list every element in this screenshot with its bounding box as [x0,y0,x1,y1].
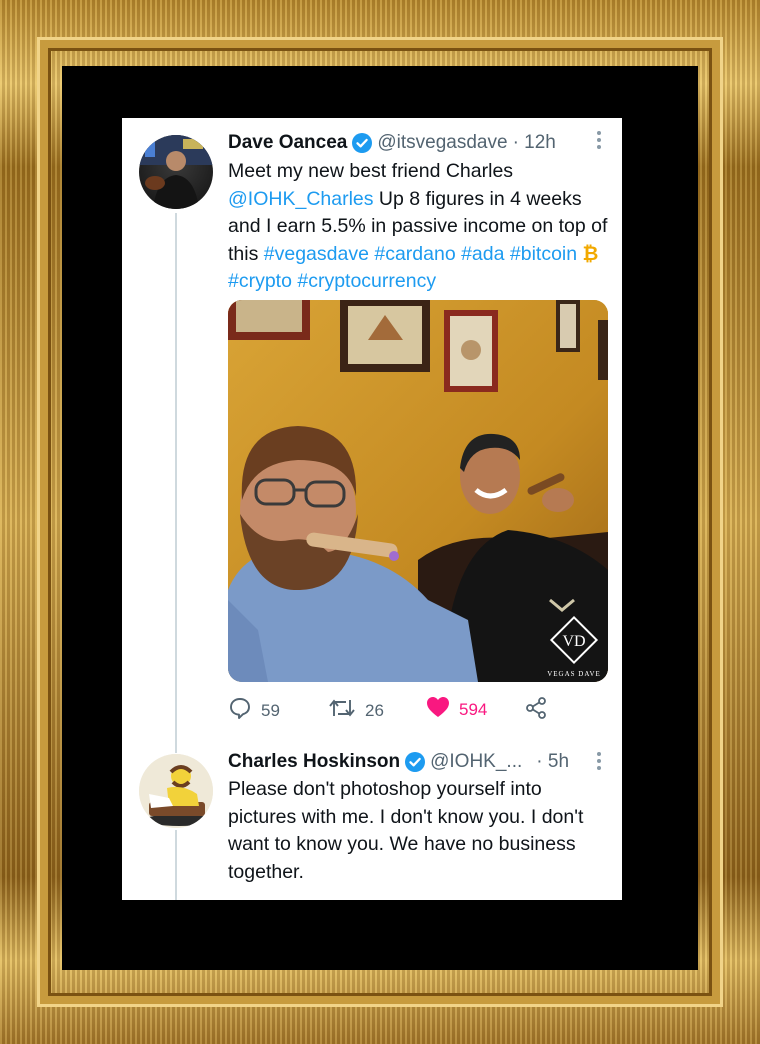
author-name[interactable]: Charles Hoskinson [228,751,400,773]
tweet2-text: Please don't photoshop yourself into pic… [228,778,584,883]
hashtag-bitcoin[interactable]: #bitcoin [510,243,577,265]
more-icon[interactable] [596,130,602,156]
verified-badge-icon [405,752,426,772]
reply-icon [228,696,261,725]
thread-line [175,213,177,753]
reply-button[interactable]: 59 [228,696,280,725]
share-button[interactable] [524,696,557,725]
retweet-icon [328,696,365,725]
bitcoin-icon: ₿ [582,242,599,265]
thread-line [175,830,177,900]
author-handle[interactable]: @itsvegasdave [377,132,507,154]
tweet-text: Meet my new best friend Charles [228,160,514,182]
tweet-time[interactable]: · 5h [536,751,569,773]
retweet-count: 26 [365,700,384,720]
tweet-time[interactable]: · 12h [513,132,556,154]
tweet1-header: Dave Oancea @itsvegasdave · 12h [228,130,556,156]
tweet1-text: Meet my new best friend Charles @IOHK_Ch… [228,158,613,296]
svg-text:VD: VD [562,633,585,650]
share-icon [524,696,557,725]
hashtag-links[interactable]: #vegasdave #cardano #ada [264,243,505,265]
heart-icon [426,696,459,723]
like-button[interactable]: 594 [426,696,487,723]
tweet-photo[interactable]: VD VEGAS DAVE [228,300,608,682]
tweet-actions: 59 26 594 [228,696,608,726]
verified-badge-icon [352,133,373,153]
mention-link[interactable]: @IOHK_Charles [228,188,374,210]
tweet-thread-card: Dave Oancea @itsvegasdave · 12h Meet my … [122,118,622,900]
watermark-text: VEGAS DAVE [547,670,601,678]
like-count: 594 [459,699,488,719]
tweet2-header: Charles Hoskinson @IOHK_... · 5h [228,749,569,775]
more-icon[interactable] [596,751,602,777]
retweet-button[interactable]: 26 [328,696,384,725]
reply-count: 59 [261,700,280,720]
avatar[interactable] [139,754,213,828]
avatar[interactable] [139,135,213,209]
hashtag-links[interactable]: #crypto #cryptocurrency [228,270,436,292]
author-name[interactable]: Dave Oancea [228,132,347,154]
author-handle[interactable]: @IOHK_... [430,751,522,773]
